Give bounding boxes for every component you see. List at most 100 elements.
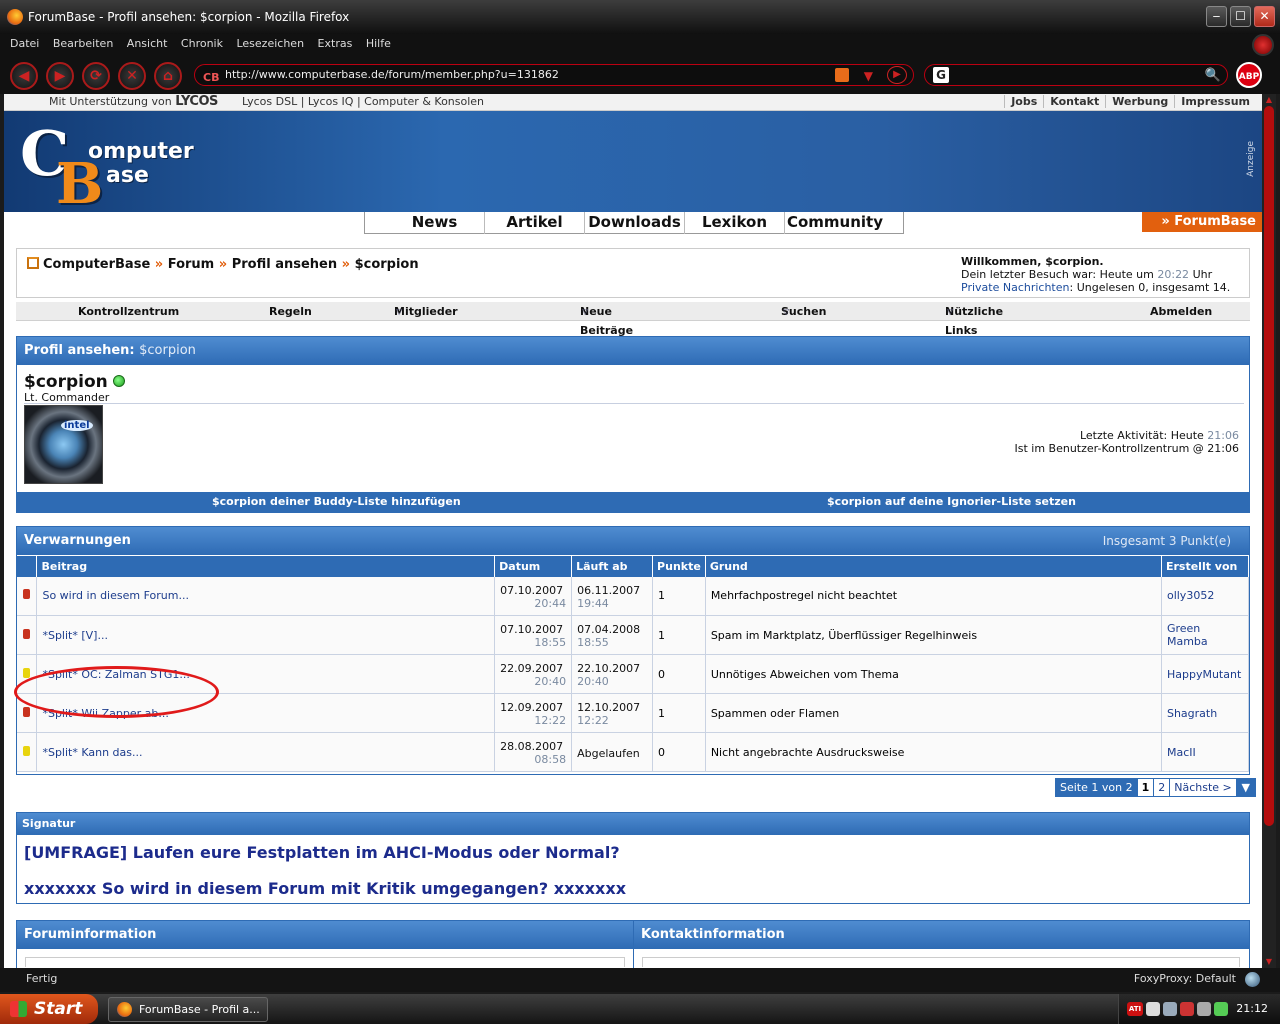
forward-button[interactable]: ▶ xyxy=(46,62,74,90)
reason-cell: Nicht angebrachte Ausdrucksweise xyxy=(705,732,1162,772)
start-button[interactable]: Start xyxy=(0,994,98,1024)
tab-community[interactable]: Community xyxy=(785,212,885,234)
next-page-link[interactable]: Nächste > xyxy=(1169,778,1237,797)
home-icon[interactable] xyxy=(27,257,39,269)
tab-news[interactable]: News xyxy=(385,212,485,234)
url-history-dropdown-icon[interactable]: ▼ xyxy=(864,66,873,86)
stop-button[interactable]: ✕ xyxy=(118,62,146,90)
author-link[interactable]: HappyMutant xyxy=(1167,668,1241,681)
google-engine-icon[interactable]: G xyxy=(933,67,949,83)
tab-artikel[interactable]: Artikel xyxy=(485,212,585,234)
tray-network-icon[interactable] xyxy=(1214,1002,1228,1016)
col-datum: Datum xyxy=(494,555,573,577)
current-location: Ist im Benutzer-Kontrollzentrum @ 21:06 xyxy=(1014,442,1240,455)
date-value: 07.10.2007 xyxy=(500,623,564,636)
date-value: 28.08.2007 xyxy=(500,740,564,753)
scroll-down-arrow-icon[interactable]: ▼ xyxy=(1264,957,1274,967)
vertical-scrollbar[interactable]: ▲ ▼ xyxy=(1262,94,1276,968)
reason-cell: Spammen oder Flamen xyxy=(705,693,1162,733)
reason-cell: Spam im Marktplatz, Überflüssiger Regelh… xyxy=(705,615,1162,655)
lycos-links[interactable]: Lycos DSL | Lycos IQ | Computer & Konsol… xyxy=(242,94,484,110)
date-cell: 07.10.2007 20:44 xyxy=(494,576,573,616)
ignore-list-link[interactable]: $corpion auf deine Ignorier-Liste setzen xyxy=(827,492,1076,512)
url-text[interactable]: http://www.computerbase.de/forum/member.… xyxy=(225,68,559,81)
menu-lesezeichen[interactable]: Lesezeichen xyxy=(236,37,304,50)
expires-time: 12:22 xyxy=(577,714,609,727)
link-impressum[interactable]: Impressum xyxy=(1174,95,1256,108)
adblock-plus-button[interactable]: ABP xyxy=(1236,62,1262,88)
date-cell: 12.09.2007 12:22 xyxy=(494,693,573,733)
logo-text-ase[interactable]: ase xyxy=(106,163,149,188)
add-buddy-link[interactable]: $corpion deiner Buddy-Liste hinzufügen xyxy=(212,492,461,512)
tab-downloads[interactable]: Downloads xyxy=(585,212,685,234)
crumb-forum[interactable]: Forum xyxy=(168,257,215,272)
page-link-2[interactable]: 2 xyxy=(1153,778,1171,797)
expires-value: 07.04.2008 xyxy=(577,623,641,636)
link-kontakt[interactable]: Kontakt xyxy=(1043,95,1106,108)
menu-datei[interactable]: Datei xyxy=(10,37,39,50)
home-button[interactable]: ⌂ xyxy=(154,62,182,90)
post-cell: So wird in diesem Forum... xyxy=(36,576,496,616)
crumb-profil[interactable]: Profil ansehen xyxy=(232,257,337,272)
post-link[interactable]: So wird in diesem Forum... xyxy=(42,589,188,602)
kontaktinformation-content xyxy=(642,957,1240,967)
post-link[interactable]: *Split* [V]... xyxy=(42,629,107,642)
search-magnifier-icon[interactable]: 🔍 xyxy=(1205,66,1221,86)
link-jobs[interactable]: Jobs xyxy=(1004,95,1044,108)
author-link[interactable]: olly3052 xyxy=(1167,589,1214,602)
author-cell: olly3052 xyxy=(1161,576,1250,616)
ati-tray-icon[interactable]: ATI xyxy=(1127,1002,1143,1016)
logo-text-omputer[interactable]: omputer xyxy=(88,139,194,164)
author-link[interactable]: Green Mamba xyxy=(1167,622,1208,648)
tray-disk-icon[interactable] xyxy=(1163,1002,1177,1016)
logo-letter-b[interactable]: B xyxy=(56,151,103,217)
menu-extras[interactable]: Extras xyxy=(318,37,353,50)
start-label: Start xyxy=(34,999,83,1019)
private-messages-link[interactable]: Private Nachrichten xyxy=(961,281,1070,294)
search-bar[interactable]: G 🔍 xyxy=(924,64,1228,86)
reload-button[interactable]: ⟳ xyxy=(82,62,110,90)
author-link[interactable]: Shagrath xyxy=(1167,707,1217,720)
go-button[interactable]: ▶ xyxy=(887,66,907,84)
expires-time: 20:40 xyxy=(577,675,609,688)
scrollbar-thumb[interactable] xyxy=(1264,106,1274,826)
menu-chronik[interactable]: Chronik xyxy=(181,37,223,50)
nav-abmelden[interactable]: Abmelden xyxy=(1150,302,1212,321)
close-button[interactable]: ✕ xyxy=(1254,6,1275,27)
crumb-computerbase[interactable]: ComputerBase xyxy=(43,257,150,272)
nav-regeln[interactable]: Regeln xyxy=(269,302,312,321)
author-link[interactable]: MacII xyxy=(1167,746,1196,759)
ad-label: Anzeige xyxy=(1246,141,1256,177)
signature-link-2[interactable]: xxxxxxx So wird in diesem Forum mit Krit… xyxy=(24,879,626,898)
menu-hilfe[interactable]: Hilfe xyxy=(366,37,391,50)
back-button[interactable]: ◀ xyxy=(10,62,38,90)
rss-feed-icon[interactable] xyxy=(835,68,849,82)
menu-ansicht[interactable]: Ansicht xyxy=(127,37,168,50)
tab-lexikon[interactable]: Lexikon xyxy=(685,212,785,234)
globe-icon[interactable] xyxy=(1245,972,1260,987)
lycos-logo[interactable]: LYCOS xyxy=(175,94,218,109)
tray-app-icon[interactable] xyxy=(1146,1002,1160,1016)
tray-antivirus-icon[interactable] xyxy=(1180,1002,1194,1016)
nav-kontrollzentrum[interactable]: Kontrollzentrum xyxy=(78,302,179,321)
signature-link-1[interactable]: [UMFRAGE] Laufen eure Festplatten im AHC… xyxy=(24,843,620,862)
scroll-up-arrow-icon[interactable]: ▲ xyxy=(1264,95,1274,105)
post-link[interactable]: *Split* Kann das... xyxy=(42,746,142,759)
tray-volume-icon[interactable] xyxy=(1197,1002,1211,1016)
minimize-button[interactable]: ‒ xyxy=(1206,6,1227,27)
col-erstellt-von: Erstellt von xyxy=(1161,555,1250,577)
menu-bearbeiten[interactable]: Bearbeiten xyxy=(53,37,113,50)
tab-forumbase[interactable]: » ForumBase xyxy=(1142,212,1262,232)
author-cell: Shagrath xyxy=(1161,693,1250,733)
foxyproxy-status[interactable]: FoxyProxy: Default xyxy=(1134,968,1236,990)
page-jump-dropdown-icon[interactable]: ▼ xyxy=(1235,778,1256,797)
url-bar[interactable]: CB http://www.computerbase.de/forum/memb… xyxy=(194,64,914,86)
taskbar-firefox-item[interactable]: ForumBase - Profil a... xyxy=(108,997,268,1022)
dropdown-triangle-icon: ▽ xyxy=(582,307,589,316)
signature-panel: Signatur [UMFRAGE] Laufen eure Festplatt… xyxy=(16,812,1250,904)
link-werbung[interactable]: Werbung xyxy=(1105,95,1175,108)
warning-level-icon xyxy=(23,589,31,600)
maximize-button[interactable]: ☐ xyxy=(1230,6,1251,27)
status-marker xyxy=(17,732,38,772)
profile-panel-header: Profil ansehen: $corpion xyxy=(17,337,1249,365)
